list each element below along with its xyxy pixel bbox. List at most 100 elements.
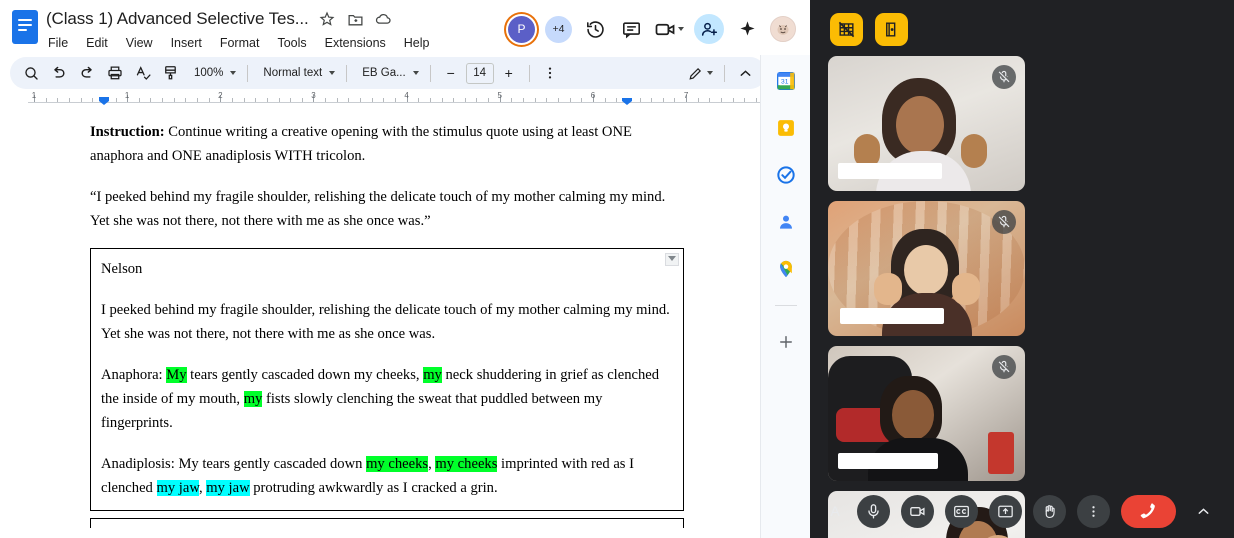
search-icon[interactable]: [18, 60, 44, 86]
paint-format-icon[interactable]: [158, 60, 184, 86]
account-avatar-icon[interactable]: [770, 16, 796, 42]
right-indent-marker[interactable]: [622, 93, 632, 105]
google-keep-icon[interactable]: [774, 116, 798, 140]
rail-divider: [774, 305, 797, 306]
svg-text:31: 31: [781, 79, 789, 86]
ruler-number: 4: [404, 91, 409, 100]
ruler-tick-minor: [557, 98, 559, 102]
stimulus-quote: “I peeked behind my fragile shoulder, re…: [90, 189, 666, 229]
font-family-dropdown[interactable]: EB Ga...: [354, 61, 422, 85]
leave-room-icon[interactable]: [875, 12, 908, 46]
document-title[interactable]: (Class 1) Advanced Selective Tes...: [46, 9, 309, 29]
left-indent-marker[interactable]: [99, 93, 109, 105]
ruler-ticks: 1 1 2 3 4 5 6 7: [28, 91, 780, 105]
collaborator-avatar[interactable]: P: [508, 15, 535, 43]
ruler-tick-minor: [639, 98, 641, 102]
meet-call-button[interactable]: [654, 18, 684, 41]
ruler-number: 5: [497, 91, 502, 100]
spellcheck-icon[interactable]: [130, 60, 156, 86]
collapse-toolbar-button[interactable]: [732, 60, 758, 86]
docs-header: (Class 1) Advanced Selective Tes... File…: [0, 0, 810, 55]
chevron-down-icon[interactable]: [678, 27, 684, 31]
google-contacts-icon[interactable]: [774, 210, 798, 234]
menu-item-tools[interactable]: Tools: [275, 35, 308, 51]
meet-top-bar: [810, 0, 1234, 58]
chevron-down-icon: [412, 71, 419, 75]
paragraph-style-dropdown[interactable]: Normal text: [255, 61, 339, 85]
menu-item-insert[interactable]: Insert: [169, 35, 204, 51]
redo-icon[interactable]: [74, 60, 100, 86]
participant-tile-1[interactable]: [828, 56, 1025, 191]
toolbar-divider: [429, 64, 431, 82]
more-vertical-icon[interactable]: [537, 60, 563, 86]
ruler-tick-minor: [534, 98, 536, 102]
microphone-button[interactable]: [857, 494, 890, 528]
document-page-area: Instruction: Continue writing a creative…: [0, 105, 810, 538]
ruler-tick-minor: [336, 98, 338, 102]
ruler[interactable]: 1 1 2 3 4 5 6 7: [0, 91, 810, 105]
font-size-input[interactable]: 14: [465, 62, 494, 84]
menu-item-edit[interactable]: Edit: [84, 35, 110, 51]
font-size-control[interactable]: A: [824, 503, 846, 519]
expand-controls-button[interactable]: [1187, 495, 1220, 528]
menu-item-format[interactable]: Format: [218, 35, 262, 51]
share-button[interactable]: [694, 14, 724, 44]
ruler-number: 3: [311, 91, 316, 100]
print-icon[interactable]: [102, 60, 128, 86]
version-history-icon[interactable]: [582, 16, 608, 42]
google-calendar-icon[interactable]: 31: [774, 69, 798, 93]
gemini-spark-icon[interactable]: [734, 16, 760, 42]
document-page[interactable]: Instruction: Continue writing a creative…: [28, 105, 740, 528]
instruction-text: Continue writing a creative opening with…: [90, 124, 632, 164]
collaborator-overflow-count[interactable]: +4: [545, 15, 572, 43]
menu-item-extensions[interactable]: Extensions: [323, 35, 388, 51]
participant-tile-2[interactable]: [828, 201, 1025, 336]
ruler-tick-minor: [231, 98, 233, 102]
ruler-number: 1: [31, 91, 37, 100]
participant-tile-3[interactable]: [828, 346, 1025, 481]
star-icon[interactable]: [318, 10, 337, 29]
comment-icon[interactable]: [618, 16, 644, 42]
toolbar-divider: [247, 64, 249, 82]
ruler-tick-minor: [325, 98, 327, 102]
ruler-tick-minor: [569, 98, 571, 102]
header-right-actions: P +4: [508, 7, 800, 44]
add-addon-icon[interactable]: [774, 330, 798, 354]
google-docs-icon[interactable]: [10, 7, 40, 47]
toolbar-divider: [724, 64, 725, 82]
ruler-tick-minor: [546, 98, 548, 102]
next-response-box[interactable]: [90, 517, 684, 528]
menu-item-help[interactable]: Help: [402, 35, 432, 51]
undo-icon[interactable]: [46, 60, 72, 86]
ruler-tick-minor: [360, 98, 362, 102]
google-maps-icon[interactable]: [774, 257, 798, 281]
font-size-increase-button[interactable]: +: [496, 60, 522, 86]
grid-view-off-icon[interactable]: [830, 12, 863, 46]
zoom-level-value: 100%: [194, 67, 224, 79]
document-body[interactable]: Instruction: Continue writing a creative…: [90, 121, 684, 528]
google-tasks-icon[interactable]: [774, 163, 798, 187]
anadiplosis-highlight-4: my jaw: [206, 480, 250, 497]
zoom-level-dropdown[interactable]: 100%: [186, 61, 240, 85]
end-call-button[interactable]: [1121, 494, 1176, 528]
editing-mode-dropdown[interactable]: [683, 61, 717, 85]
ruler-tick-minor: [243, 98, 245, 102]
menu-item-file[interactable]: File: [46, 35, 70, 51]
more-options-button[interactable]: [1077, 494, 1110, 528]
menu-item-view[interactable]: View: [124, 35, 155, 51]
cloud-saved-icon[interactable]: [374, 10, 393, 29]
camera-button[interactable]: [901, 494, 934, 528]
raise-hand-button[interactable]: [1033, 494, 1066, 528]
instruction-label: Instruction:: [90, 124, 165, 140]
student-response-box[interactable]: Nelson I peeked behind my fragile should…: [90, 247, 684, 511]
move-to-folder-icon[interactable]: [346, 10, 365, 29]
anaphora-paragraph: Anaphora: My tears gently cascaded down …: [101, 364, 674, 435]
app-root: (Class 1) Advanced Selective Tes... File…: [0, 0, 1234, 538]
box-caret-icon[interactable]: [665, 252, 679, 266]
captions-button[interactable]: [945, 494, 978, 528]
present-screen-button[interactable]: [989, 494, 1022, 528]
ruler-tick-minor: [371, 98, 373, 102]
formatting-toolbar: 100% Normal text EB Ga... − 14 +: [10, 57, 766, 89]
font-size-decrease-button[interactable]: −: [438, 60, 464, 86]
